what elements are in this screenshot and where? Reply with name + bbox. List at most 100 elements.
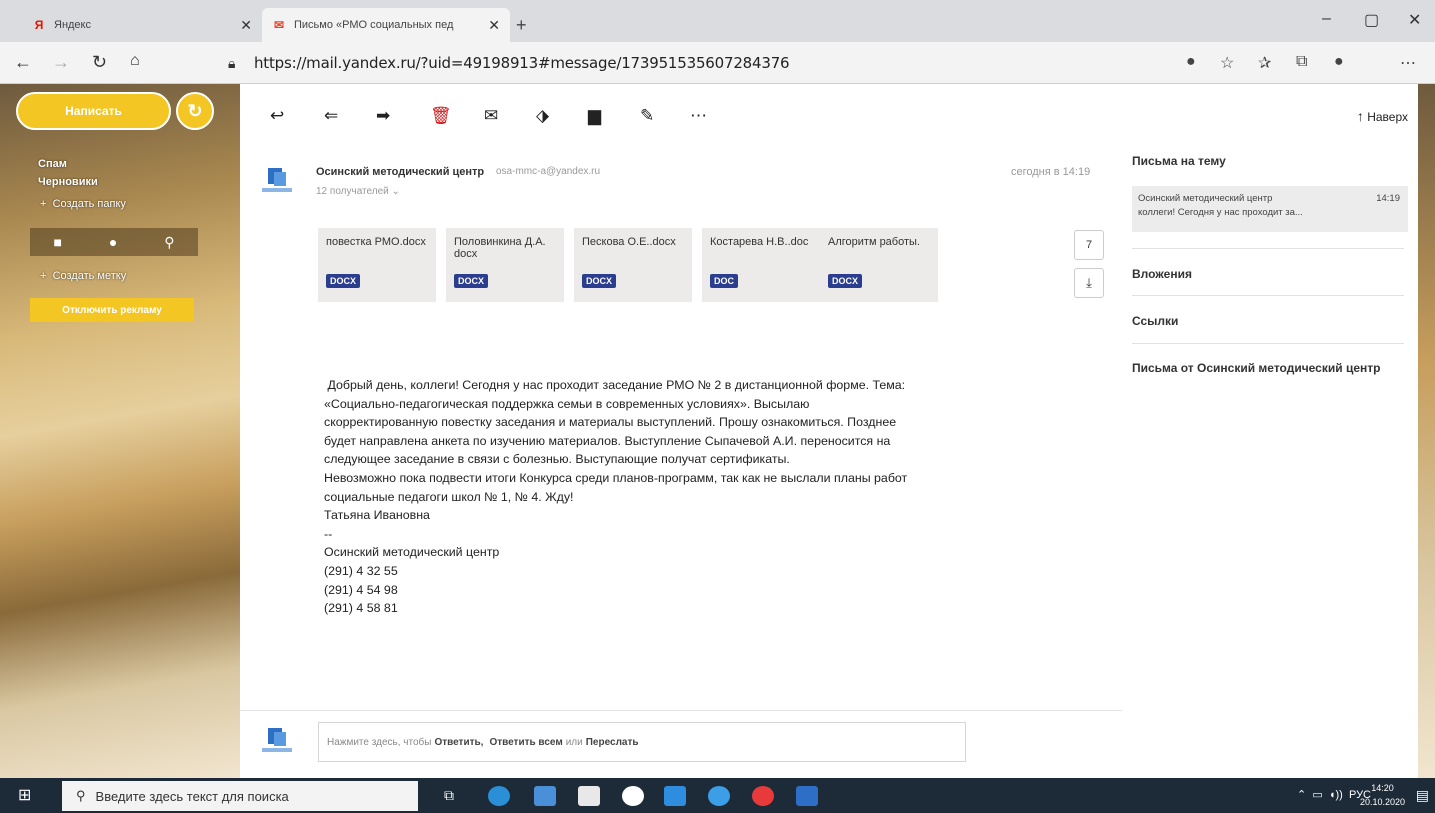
attachment-card[interactable]: Костарева Н.В..doc DOC	[702, 228, 820, 302]
forward-icon[interactable]: →	[52, 52, 70, 73]
attachment-name: Алгоритм работы.	[828, 236, 920, 248]
tab-yandex[interactable]: Я Яндекс ✕	[22, 8, 262, 42]
attachment-card[interactable]: Половинкина Д.А. docx DOCX	[446, 228, 564, 302]
windows-taskbar: ⊞ ⚲ Введите здесь текст для поиска ⧉ ⌃ ▭…	[0, 778, 1435, 813]
forward-mail-icon[interactable]: ➡	[376, 106, 390, 126]
clock-date: 20.10.2020	[1359, 797, 1405, 807]
chrome-icon[interactable]	[708, 786, 730, 806]
mark-read-icon[interactable]: ✉	[484, 106, 498, 126]
dot-label-icon[interactable]: ●	[109, 234, 117, 250]
label-icon[interactable]: ⬗	[536, 106, 549, 126]
close-tab-icon[interactable]: ✕	[240, 17, 252, 34]
thread-item[interactable]: Осинский методический центр коллеги! Сег…	[1132, 186, 1408, 232]
disable-ads-button[interactable]: Отключить рекламу	[30, 298, 194, 322]
from-sender-section[interactable]: Письма от Осинский методический центр	[1132, 344, 1404, 414]
tab-title: Яндекс	[54, 19, 91, 31]
maximize-icon[interactable]: ▢	[1364, 10, 1379, 30]
file-type-badge: DOCX	[454, 274, 489, 288]
edge-icon[interactable]	[488, 786, 510, 806]
body-line: следующее заседание в связи с болезнью. …	[324, 452, 790, 467]
pin-icon[interactable]: ✎	[640, 106, 654, 126]
file-explorer-icon[interactable]	[534, 786, 556, 806]
windows-start-icon[interactable]: ⊞	[18, 785, 31, 805]
file-type-badge: DOCX	[828, 274, 863, 288]
volume-icon[interactable]: ◖))	[1329, 789, 1343, 801]
attachment-card[interactable]: Алгоритм работы. DOCX	[820, 228, 938, 302]
thread-item-sender: Осинский методический центр	[1138, 193, 1273, 204]
close-window-icon[interactable]: ✕	[1408, 10, 1421, 30]
delete-icon[interactable]: 🗑︎	[430, 106, 452, 126]
attachment-card[interactable]: повестка РМО.docx DOCX	[318, 228, 436, 302]
favorite-star-icon[interactable]: ☆	[1220, 53, 1234, 73]
network-icon[interactable]: ▭	[1312, 789, 1322, 801]
url-field[interactable]: https://mail.yandex.ru/?uid=49198913#mes…	[254, 54, 790, 72]
lock-icon: 🔒︎	[228, 55, 236, 71]
clock-time: 14:20	[1371, 783, 1394, 793]
profile-icon[interactable]: ●	[1334, 53, 1344, 71]
taskbar-search[interactable]: ⚲ Введите здесь текст для поиска	[62, 781, 418, 811]
reply-or: или	[565, 736, 583, 748]
plus-icon: +	[40, 270, 47, 282]
sidebar-background	[0, 84, 240, 778]
body-line: Невозможно пока подвести итоги Конкурса …	[324, 470, 908, 485]
reply-all-icon[interactable]: ⇐	[324, 106, 338, 126]
sender-email[interactable]: osa-mmc-a@yandex.ru	[496, 166, 600, 177]
yandex-app-icon[interactable]	[752, 786, 774, 806]
chevron-up-icon[interactable]: ⌃	[1297, 789, 1306, 801]
forward-link[interactable]: Переслать	[586, 737, 639, 748]
chevron-down-icon: ⌄	[391, 186, 400, 197]
unread-label-icon[interactable]: ■	[53, 234, 61, 250]
download-all-icon[interactable]: ⤓	[1074, 268, 1104, 298]
create-folder-link[interactable]: + Создать папку	[40, 198, 126, 210]
favorites-list-icon[interactable]: ✰	[1258, 53, 1271, 73]
more-icon[interactable]: ⋯	[1400, 53, 1416, 73]
close-tab-icon[interactable]: ✕	[488, 17, 500, 34]
quick-reply-box[interactable]: Нажмите здесь, чтобы Ответить, Ответить …	[318, 722, 966, 762]
word-icon[interactable]	[796, 786, 818, 806]
links-section[interactable]: Ссылки	[1132, 296, 1404, 344]
collections-icon[interactable]: ⧉	[1296, 53, 1307, 71]
tab-mail[interactable]: ✉ Письмо «РМО социальных пед ✕	[262, 8, 510, 42]
sender-avatar	[262, 728, 292, 752]
refresh-icon[interactable]: ↻	[176, 92, 214, 130]
signature-line: Татьяна Ивановна	[324, 508, 430, 523]
thread-title: Письма на тему	[1132, 154, 1226, 168]
reload-icon[interactable]: ↻	[92, 52, 107, 73]
create-label-label: Создать метку	[52, 270, 127, 282]
clock[interactable]: 14:20 20.10.2020	[1360, 781, 1405, 809]
yandex-browser-icon[interactable]	[622, 786, 644, 806]
back-icon[interactable]: ←	[14, 52, 32, 73]
sender-name[interactable]: Осинский методический центр	[316, 166, 484, 178]
reply-link[interactable]: Ответить,	[434, 737, 483, 748]
minimize-icon[interactable]: –	[1322, 10, 1331, 28]
compose-button[interactable]: Написать	[16, 92, 171, 130]
file-type-badge: DOC	[710, 274, 738, 288]
attachment-card[interactable]: Пескова О.Е..docx DOCX	[574, 228, 692, 302]
tracking-icon[interactable]: ●	[1186, 53, 1196, 71]
store-icon[interactable]	[578, 786, 600, 806]
sender-avatar	[262, 168, 292, 192]
new-tab-icon[interactable]: +	[516, 15, 527, 36]
attachments-section[interactable]: Вложения	[1132, 248, 1404, 296]
scroll-up-button[interactable]: ↑ Наверх	[1357, 108, 1408, 124]
attachments-count-button[interactable]: 7	[1074, 230, 1104, 260]
move-folder-icon[interactable]: ▆	[588, 106, 601, 126]
notifications-icon[interactable]: ▤	[1416, 787, 1429, 804]
reply-icon[interactable]: ↩	[270, 106, 284, 126]
mail-app-icon[interactable]	[664, 786, 686, 806]
more-actions-icon[interactable]: ⋯	[690, 106, 707, 126]
attachments-label: Вложения	[1132, 267, 1192, 281]
task-view-icon[interactable]: ⧉	[444, 787, 454, 804]
recipients-toggle[interactable]: 12 получателей ⌄	[316, 186, 400, 197]
home-icon[interactable]: ⌂	[130, 52, 140, 70]
attachment-name: Костарева Н.В..doc	[710, 236, 809, 248]
signature-line: Осинский методический центр	[324, 545, 500, 560]
create-label-link[interactable]: + Создать метку	[40, 270, 126, 282]
attachment-label-icon[interactable]: ⚲	[164, 234, 174, 251]
signature-phone: (291) 4 32 55	[324, 563, 398, 578]
sidebar-item-spam[interactable]: Спам	[38, 158, 67, 170]
recipients-label: 12 получателей	[316, 186, 389, 197]
reply-all-link[interactable]: Ответить всем	[489, 737, 562, 748]
attachment-name: Пескова О.Е..docx	[582, 236, 676, 248]
sidebar-item-drafts[interactable]: Черновики	[38, 176, 98, 188]
